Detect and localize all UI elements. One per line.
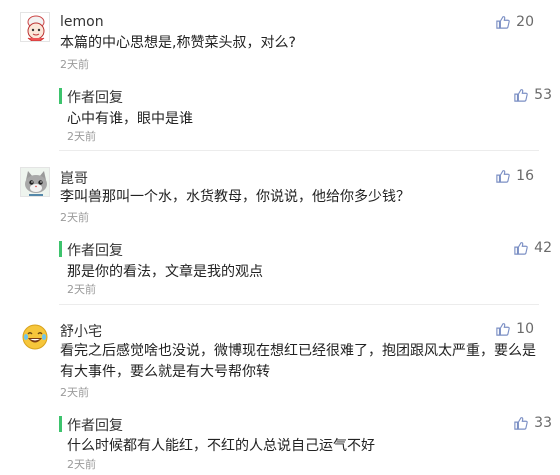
comment-text: 本篇的中心思想是,称赞菜头叔，对么? [60, 35, 296, 51]
divider [59, 150, 539, 151]
comment-time: 2天前 [60, 386, 89, 399]
comment-text-line-2: 有大事件，要么就是有大号帮你转 [60, 364, 270, 380]
comment-time: 2天前 [60, 58, 89, 71]
reply-label: 作者回复 [67, 90, 123, 106]
comment-nickname: 舒小宅 [60, 324, 102, 340]
thumbs-up-icon [514, 417, 528, 430]
like-count: 16 [516, 168, 534, 184]
reply-label: 作者回复 [67, 418, 123, 434]
reply-time: 2天前 [67, 458, 96, 471]
grey-cat-avatar-icon [21, 168, 49, 196]
reply-time: 2天前 [67, 283, 96, 296]
like-count: 53 [534, 87, 552, 103]
reply-like-button[interactable]: 53 [514, 87, 552, 103]
comment-text-line-1: 看完之后感觉啥也没说，微博现在想红已经很难了，抱团跟风太严重，要么是 [60, 343, 536, 359]
like-count: 10 [516, 321, 534, 337]
thumbs-up-icon [496, 323, 510, 336]
like-count: 20 [516, 14, 534, 30]
like-button[interactable]: 20 [496, 14, 534, 30]
reply-accent-bar [59, 241, 62, 257]
thumbs-up-icon [514, 89, 528, 102]
reply-like-button[interactable]: 42 [514, 240, 552, 256]
like-button[interactable]: 10 [496, 321, 534, 337]
comment-text: 李叫兽那叫一个水，水货教母，你说说，他给你多少钱？ [60, 189, 410, 205]
like-button[interactable]: 16 [496, 168, 534, 184]
reply-text: 什么时候都有人能红，不红的人总说自己运气不好 [67, 438, 375, 454]
reply-text: 心中有谁，眼中是谁 [67, 111, 193, 127]
avatar[interactable] [20, 12, 50, 42]
comment-nickname: lemon [60, 14, 104, 30]
reply-like-button[interactable]: 33 [514, 415, 552, 431]
avatar[interactable] [20, 322, 50, 352]
like-count: 42 [534, 240, 552, 256]
divider [59, 304, 539, 305]
thumbs-up-icon [496, 170, 510, 183]
reply-label: 作者回复 [67, 243, 123, 259]
like-count: 33 [534, 415, 552, 431]
comment-nickname: 崑哥 [60, 171, 88, 187]
comment-time: 2天前 [60, 211, 89, 224]
avatar[interactable] [20, 167, 50, 197]
thumbs-up-icon [496, 16, 510, 29]
thumbs-up-icon [514, 242, 528, 255]
reply-accent-bar [59, 416, 62, 432]
reply-accent-bar [59, 88, 62, 104]
reply-time: 2天前 [67, 130, 96, 143]
reply-text: 那是你的看法，文章是我的观点 [67, 264, 263, 280]
laughing-emoji-avatar-icon [22, 324, 48, 350]
cat-chef-avatar-icon [21, 13, 49, 41]
